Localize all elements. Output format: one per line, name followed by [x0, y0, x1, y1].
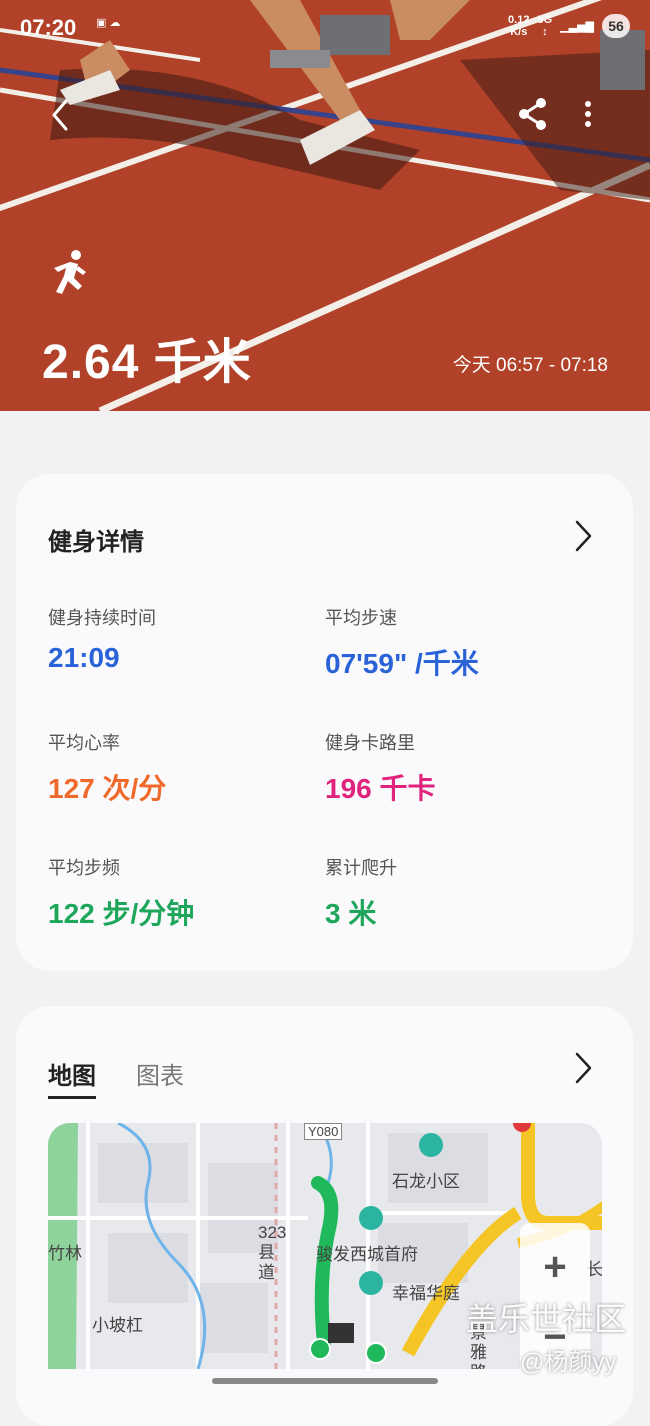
tab-chart[interactable]: 图表 — [136, 1056, 184, 1091]
metric-duration: 健身持续时间 21:09 — [48, 608, 156, 673]
details-title: 健身详情 — [48, 529, 144, 556]
running-icon — [54, 250, 86, 294]
zoom-in-button[interactable]: + — [520, 1245, 590, 1290]
watermark-text: 盖乐世社区 — [466, 1301, 627, 1337]
home-indicator[interactable] — [212, 1378, 438, 1384]
workout-details-card: 健身详情 健身持续时间 21:09 平均步速 07'59" /千米 平均心率 1… — [16, 474, 633, 971]
status-bar: 07:20 ▣ ☁ 0.12 K/s 5G ↕ ▁▃▅▇ 56 — [0, 0, 650, 56]
share-icon[interactable] — [516, 96, 550, 132]
notification-icons: ▣ ☁ — [96, 17, 121, 29]
network-speed: 0.12 K/s — [508, 14, 530, 38]
map-label-zhulin: 竹林 — [48, 1244, 82, 1263]
metric-avg-cadence: 平均步频 122 步/分钟 — [48, 858, 195, 929]
map-label-county-road: 323县道 — [258, 1223, 287, 1282]
status-time: 07:20 — [20, 15, 77, 40]
hero-banner: 07:20 ▣ ☁ 0.12 K/s 5G ↕ ▁▃▅▇ 56 2.64 千米 今… — [0, 0, 650, 411]
distance-value: 2.64 千米 — [42, 336, 252, 389]
map-label-junfa: 骏发西城首府 — [316, 1245, 418, 1264]
map-road-code: Y080 — [304, 1123, 343, 1140]
metric-calories: 健身卡路里 196 千卡 — [325, 733, 436, 804]
workout-time-range: 今天 06:57 - 07:18 — [452, 355, 608, 376]
watermark-author: @杨颜yy — [520, 1349, 617, 1376]
metric-avg-pace: 平均步速 07'59" /千米 — [325, 608, 479, 679]
signal-5g-icon: 5G ↕ — [537, 14, 553, 38]
more-options-icon[interactable] — [576, 98, 600, 130]
tab-map[interactable]: 地图 — [48, 1056, 96, 1099]
map-label-shilong: 石龙小区 — [392, 1172, 460, 1191]
metric-avg-heart-rate: 平均心率 127 次/分 — [48, 733, 167, 804]
back-icon[interactable] — [46, 95, 76, 135]
metric-elevation-gain: 累计爬升 3 米 — [325, 858, 397, 929]
battery-icon: 56 — [602, 14, 630, 38]
map-label-xiaopo: 小坡杠 — [92, 1316, 143, 1335]
chevron-right-icon[interactable] — [572, 518, 594, 554]
map-label-xingfu: 幸福华庭 — [392, 1284, 460, 1303]
chevron-right-icon[interactable] — [572, 1050, 594, 1086]
status-right: 0.12 K/s 5G ↕ ▁▃▅▇ 56 — [508, 14, 630, 38]
signal-bars-icon: ▁▃▅▇ — [560, 20, 594, 33]
